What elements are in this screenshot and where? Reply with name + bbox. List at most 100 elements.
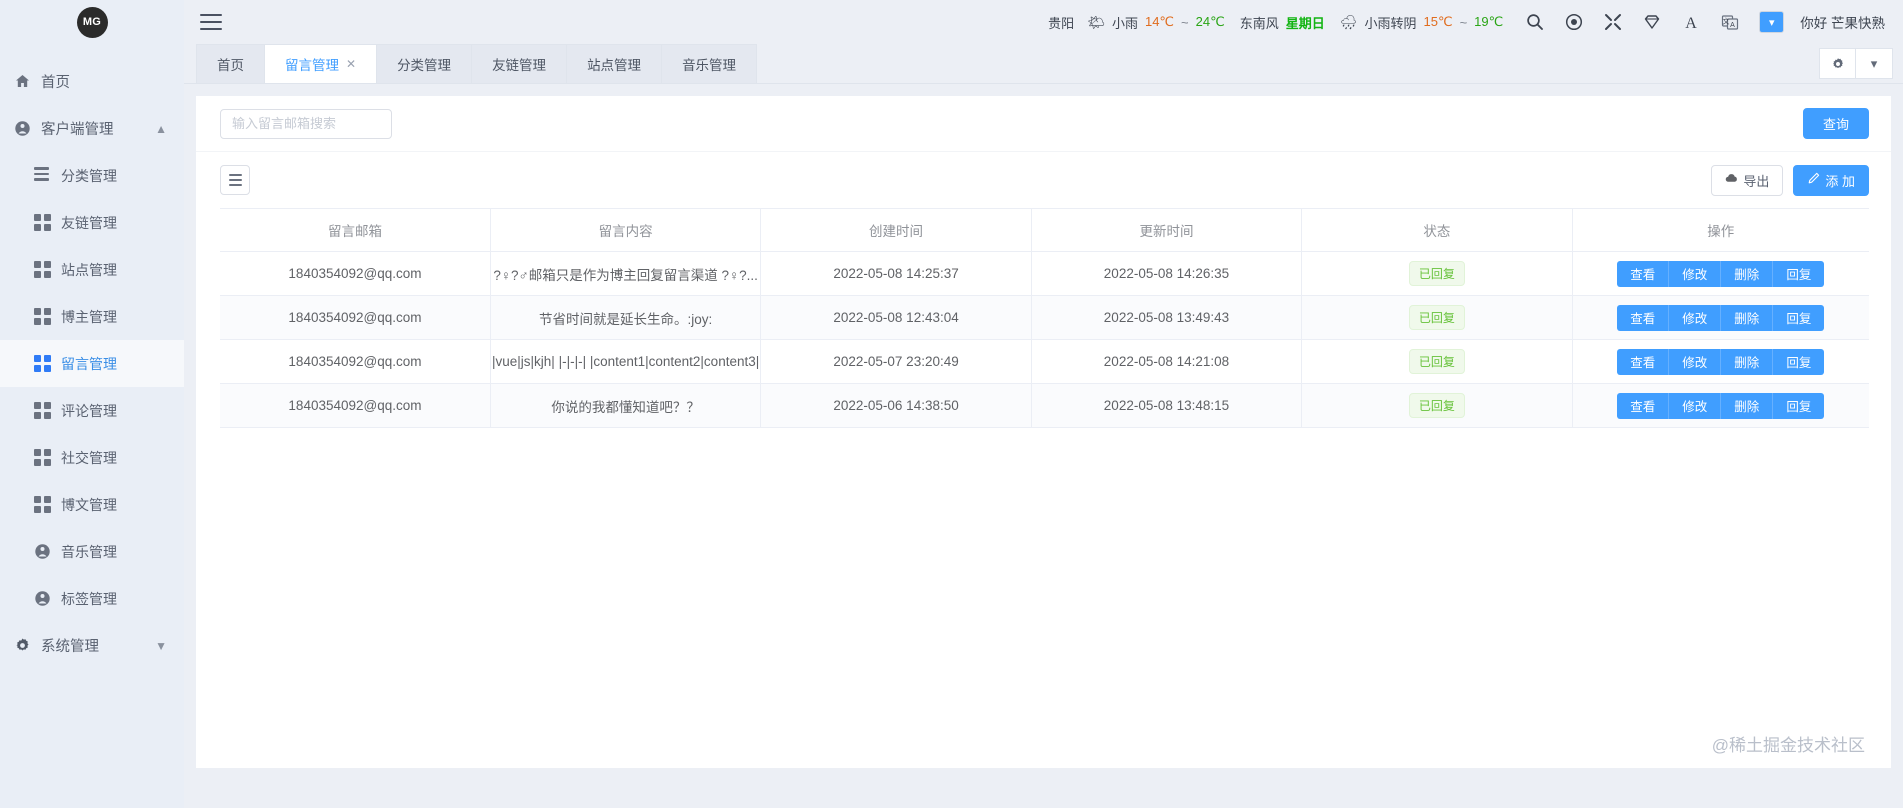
edit-button[interactable]: 修改	[1669, 392, 1722, 419]
fullscreen-icon[interactable]	[1603, 12, 1623, 32]
user-circle-icon	[34, 590, 51, 607]
cell-email: 1840354092@qq.com	[220, 295, 491, 340]
reply-button[interactable]: 回复	[1773, 304, 1825, 331]
delete-button[interactable]: 删除	[1721, 260, 1774, 287]
table-row[interactable]: 1840354092@qq.com |vue|js|kjh| |-|-|-| |…	[220, 339, 1869, 384]
tab-home[interactable]: 首页	[196, 44, 265, 83]
cell-content: 你说的我都懂知道吧？？	[490, 383, 762, 428]
home-icon	[14, 73, 31, 90]
sidebar-item-label: 音乐管理	[61, 543, 117, 560]
tab-music-management[interactable]: 音乐管理	[661, 44, 758, 83]
sidebar-item-blogger[interactable]: 博主管理	[0, 293, 184, 340]
sidebar-item-site[interactable]: 站点管理	[0, 246, 184, 293]
add-button[interactable]: 添 加	[1793, 164, 1869, 196]
sidebar-item-label: 分类管理	[61, 167, 117, 184]
sidebar: MG 首页 客户端管理 ▲ 分类管理 友链管理 站点管理 博主管理 留言管理 评…	[0, 0, 184, 808]
export-button[interactable]: 导出	[1711, 164, 1784, 196]
grid-icon	[34, 402, 51, 419]
cell-email: 1840354092@qq.com	[220, 383, 491, 428]
delete-button[interactable]: 删除	[1721, 392, 1774, 419]
weather-range-sep: ~	[1459, 14, 1468, 30]
sidebar-item-label: 社交管理	[61, 449, 117, 466]
column-header-content: 留言内容	[490, 208, 762, 252]
chevron-up-icon[interactable]: ▲	[155, 122, 167, 136]
tab-bar-actions: ▾	[1819, 48, 1893, 79]
grid-icon	[34, 214, 51, 231]
view-button[interactable]: 查看	[1617, 348, 1670, 375]
sidebar-item-music[interactable]: 音乐管理	[0, 528, 184, 575]
record-icon[interactable]	[1564, 12, 1584, 32]
table-row[interactable]: 1840354092@qq.com 你说的我都懂知道吧？？ 2022-05-06…	[220, 383, 1869, 428]
delete-button[interactable]: 删除	[1721, 348, 1774, 375]
cell-status: 已回复	[1301, 339, 1573, 384]
cell-status: 已回复	[1301, 383, 1573, 428]
diamond-icon[interactable]	[1642, 12, 1662, 32]
sidebar-item-article[interactable]: 博文管理	[0, 481, 184, 528]
tab-message-management[interactable]: 留言管理 ✕	[264, 44, 378, 83]
font-size-icon[interactable]: A	[1681, 12, 1701, 32]
sidebar-item-tag[interactable]: 标签管理	[0, 575, 184, 622]
sidebar-item-label: 友链管理	[61, 214, 117, 231]
tab-list: 首页 留言管理 ✕ 分类管理 友链管理 站点管理 音乐管理	[196, 44, 758, 83]
hamburger-icon[interactable]	[200, 14, 222, 30]
tab-category-management[interactable]: 分类管理	[376, 44, 473, 83]
table-head: 留言邮箱 留言内容 创建时间 更新时间 状态 操作	[220, 208, 1869, 252]
weather-low-tomorrow: 15℃	[1423, 14, 1453, 29]
logo-container[interactable]: MG	[0, 0, 184, 44]
gear-icon[interactable]	[1819, 48, 1856, 79]
cell-actions: 查看 修改 删除 回复	[1572, 295, 1869, 340]
cell-content: 节省时间就是延长生命。:joy:	[490, 295, 762, 340]
sidebar-item-label: 站点管理	[61, 261, 117, 278]
sidebar-group-client[interactable]: 客户端管理 ▲	[0, 105, 184, 152]
sidebar-item-label: 博主管理	[61, 308, 117, 325]
status-badge: 已回复	[1408, 261, 1465, 286]
row-action-group: 查看 修改 删除 回复	[1617, 392, 1825, 419]
edit-button[interactable]: 修改	[1669, 348, 1722, 375]
sidebar-item-home[interactable]: 首页	[0, 58, 184, 105]
weather-condition-tomorrow: 小雨转阴	[1364, 15, 1417, 31]
sidebar-group-label: 客户端管理	[41, 122, 114, 138]
table-row[interactable]: 1840354092@qq.com ?♀?♂邮箱只是作为博主回复留言渠道 ?♀?…	[220, 251, 1869, 296]
translate-icon[interactable]: A文	[1720, 12, 1740, 32]
weather-city: 贵阳	[1048, 15, 1075, 31]
search-bar: 查询	[196, 96, 1891, 151]
tab-site-management[interactable]: 站点管理	[566, 44, 663, 83]
edit-button[interactable]: 修改	[1669, 304, 1722, 331]
reply-button[interactable]: 回复	[1773, 348, 1825, 375]
cell-created: 2022-05-07 23:20:49	[760, 339, 1032, 384]
user-greeting[interactable]: 你好 芒果快熟	[1800, 12, 1885, 32]
row-action-group: 查看 修改 删除 回复	[1617, 260, 1825, 287]
cell-created: 2022-05-08 14:25:37	[760, 251, 1032, 296]
column-header-status: 状态	[1301, 208, 1573, 252]
sidebar-item-social[interactable]: 社交管理	[0, 434, 184, 481]
search-icon[interactable]	[1525, 12, 1545, 32]
sidebar-item-message[interactable]: 留言管理	[0, 340, 184, 387]
export-label: 导出	[1743, 173, 1770, 189]
cell-updated: 2022-05-08 14:26:35	[1031, 251, 1303, 296]
view-button[interactable]: 查看	[1617, 260, 1670, 287]
sidebar-item-friendlink[interactable]: 友链管理	[0, 199, 184, 246]
chevron-down-icon[interactable]: ▾	[1856, 48, 1893, 79]
reply-button[interactable]: 回复	[1773, 392, 1825, 419]
table-row[interactable]: 1840354092@qq.com 节省时间就是延长生命。:joy: 2022-…	[220, 295, 1869, 340]
header-icon-group: A A文 ▾	[1525, 11, 1785, 33]
language-dropdown[interactable]: ▾	[1759, 11, 1785, 33]
view-button[interactable]: 查看	[1617, 304, 1670, 331]
close-icon[interactable]: ✕	[346, 57, 356, 71]
view-button[interactable]: 查看	[1617, 392, 1670, 419]
table-toolbar: 导出 添 加	[196, 151, 1891, 208]
reply-button[interactable]: 回复	[1773, 260, 1825, 287]
search-input[interactable]	[220, 108, 392, 139]
sidebar-item-category[interactable]: 分类管理	[0, 152, 184, 199]
delete-button[interactable]: 删除	[1721, 304, 1774, 331]
sidebar-group-system[interactable]: 系统管理 ▼	[0, 622, 184, 669]
tab-friendlink-management[interactable]: 友链管理	[471, 44, 568, 83]
list-menu-icon[interactable]	[220, 165, 250, 195]
weather-range-sep: ~	[1181, 14, 1189, 30]
chevron-down-icon[interactable]: ▼	[155, 639, 167, 653]
tab-label: 首页	[217, 58, 244, 73]
query-button[interactable]: 查询	[1802, 108, 1869, 139]
edit-button[interactable]: 修改	[1669, 260, 1722, 287]
sidebar-item-comment[interactable]: 评论管理	[0, 387, 184, 434]
sidebar-nav: 首页 客户端管理 ▲ 分类管理 友链管理 站点管理 博主管理 留言管理 评论管理…	[0, 44, 184, 669]
